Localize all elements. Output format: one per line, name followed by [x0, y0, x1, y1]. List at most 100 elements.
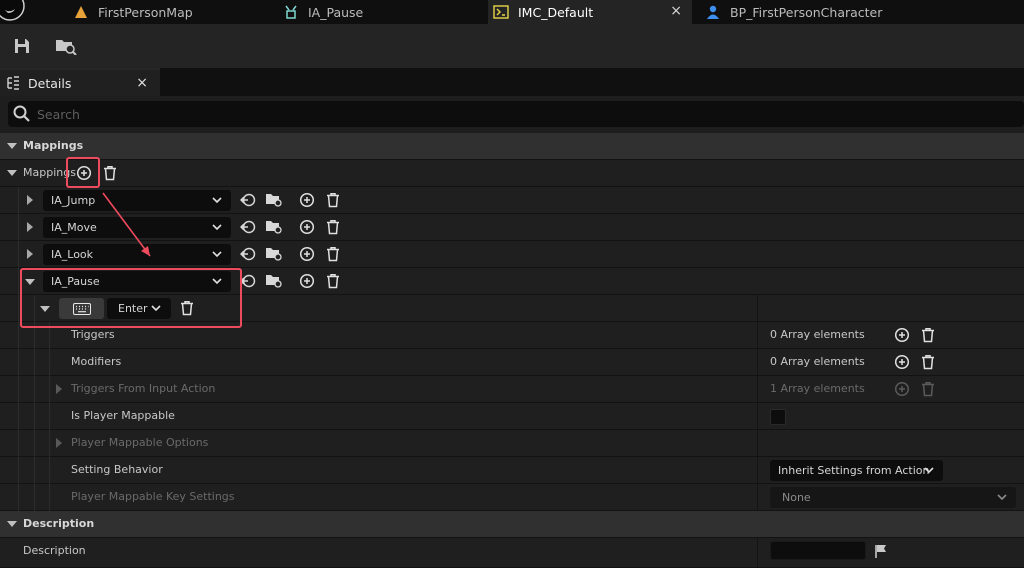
chevron-down-icon: [212, 278, 222, 285]
chevron-down-icon: [212, 197, 222, 204]
mapping-entry-row: IA_Pause: [0, 268, 1024, 295]
add-element-icon: [893, 380, 911, 398]
chevron-down-icon: [151, 305, 161, 312]
add-element-icon[interactable]: [893, 326, 911, 344]
search-area: [0, 96, 1024, 134]
is-player-mappable-checkbox[interactable]: [770, 409, 786, 425]
key-binding-row: Enter: [0, 295, 1024, 322]
add-element-icon[interactable]: [893, 353, 911, 371]
collapse-arrow-icon[interactable]: [7, 521, 17, 527]
flag-icon[interactable]: [872, 542, 890, 560]
triggers-from-action-value: 1 Array elements: [770, 382, 865, 395]
reset-arrow-icon[interactable]: [239, 191, 257, 209]
player-mappable-key-settings-value: None: [782, 491, 811, 504]
browse-asset-icon[interactable]: [265, 272, 283, 290]
chevron-down-icon: [212, 224, 222, 231]
expand-arrow-icon[interactable]: [27, 249, 33, 259]
delete-all-icon[interactable]: [101, 164, 119, 182]
description-label: Description: [23, 544, 86, 557]
player-mappable-key-settings-select[interactable]: None: [770, 487, 1016, 508]
category-mappings[interactable]: Mappings: [0, 133, 1024, 160]
insert-element-icon[interactable]: [298, 245, 316, 263]
browse-asset-icon[interactable]: [265, 191, 283, 209]
blueprint-pawn-icon: [704, 3, 722, 21]
search-icon: [13, 105, 30, 122]
mapping-entry-row: IA_Jump: [0, 187, 1024, 214]
reset-arrow-icon[interactable]: [239, 245, 257, 263]
add-element-icon[interactable]: [75, 164, 93, 182]
tab-label: FirstPersonMap: [98, 4, 193, 20]
action-select[interactable]: IA_Move: [43, 217, 231, 238]
tab-ia-pause[interactable]: IA_Pause: [282, 0, 482, 24]
category-label: Mappings: [23, 139, 84, 152]
chevron-down-icon: [924, 467, 934, 474]
delete-key-icon[interactable]: [178, 299, 196, 317]
delete-all-icon[interactable]: [919, 353, 937, 371]
delete-element-icon[interactable]: [324, 191, 342, 209]
mappings-label: Mappings: [23, 166, 76, 179]
details-icon: [7, 76, 19, 90]
triggers-value: 0 Array elements: [770, 328, 865, 341]
collapse-arrow-icon[interactable]: [40, 306, 50, 312]
setting-behavior-label: Setting Behavior: [71, 463, 163, 476]
keyboard-icon: [72, 302, 91, 315]
reset-arrow-icon[interactable]: [239, 218, 257, 236]
tab-bp-firstpersoncharacter[interactable]: BP_FirstPersonCharacter: [704, 0, 1004, 24]
delete-element-icon[interactable]: [324, 218, 342, 236]
player-mappable-options-label: Player Mappable Options: [71, 436, 209, 449]
details-tab[interactable]: Details ×: [0, 68, 160, 96]
player-mappable-key-settings-label: Player Mappable Key Settings: [71, 490, 235, 503]
delete-element-icon[interactable]: [324, 245, 342, 263]
is-player-mappable-label: Is Player Mappable: [71, 409, 175, 422]
reset-arrow-icon[interactable]: [239, 272, 257, 290]
expand-arrow-icon[interactable]: [56, 384, 62, 394]
close-tab-icon[interactable]: ×: [670, 3, 682, 19]
close-panel-icon[interactable]: ×: [136, 75, 148, 91]
modifiers-value: 0 Array elements: [770, 355, 865, 368]
browse-asset-icon[interactable]: [265, 218, 283, 236]
tab-firstpersonmap[interactable]: FirstPersonMap: [72, 0, 272, 24]
collapse-arrow-icon[interactable]: [7, 170, 17, 176]
chevron-down-icon: [997, 494, 1007, 501]
key-select[interactable]: Enter: [107, 298, 171, 319]
document-tab-bar: FirstPersonMap IA_Pause IMC_Default × BP…: [0, 0, 1024, 24]
delete-element-icon[interactable]: [324, 272, 342, 290]
property-row-player-mappable-options: Player Mappable Options: [0, 430, 1024, 457]
details-title: Details: [28, 75, 72, 91]
expand-arrow-icon[interactable]: [27, 222, 33, 232]
search-input[interactable]: [37, 106, 937, 122]
action-select[interactable]: IA_Pause: [43, 271, 231, 292]
category-description[interactable]: Description: [0, 511, 1024, 538]
unreal-logo-icon: [0, 0, 25, 21]
setting-behavior-select[interactable]: Inherit Settings from Action: [770, 460, 943, 481]
search-box: [8, 101, 1024, 127]
delete-all-icon[interactable]: [919, 326, 937, 344]
tab-imc-default[interactable]: IMC_Default ×: [488, 0, 692, 24]
tab-label: IA_Pause: [308, 4, 364, 20]
property-row-description: Description: [0, 538, 1024, 568]
browse-asset-icon[interactable]: [265, 245, 283, 263]
insert-element-icon[interactable]: [298, 191, 316, 209]
mapping-entry-row: IA_Move: [0, 214, 1024, 241]
expand-arrow-icon[interactable]: [56, 438, 62, 448]
level-map-icon: [72, 3, 90, 21]
property-row-setting-behavior: Setting Behavior Inherit Settings from A…: [0, 457, 1024, 484]
collapse-arrow-icon[interactable]: [25, 279, 35, 285]
category-label: Description: [23, 517, 95, 530]
browse-content-icon[interactable]: [54, 35, 78, 57]
insert-element-icon[interactable]: [298, 272, 316, 290]
insert-element-icon[interactable]: [298, 218, 316, 236]
key-selector-button[interactable]: [59, 298, 104, 319]
action-select-value: IA_Pause: [51, 275, 100, 288]
collapse-arrow-icon[interactable]: [7, 143, 17, 149]
key-select-value: Enter: [118, 302, 148, 315]
action-select-value: IA_Move: [51, 221, 97, 234]
save-icon[interactable]: [10, 35, 34, 57]
property-row-triggers-from-action: Triggers From Input Action 1 Array eleme…: [0, 376, 1024, 403]
mapping-entry-row: IA_Look: [0, 241, 1024, 268]
action-select[interactable]: IA_Jump: [43, 190, 231, 211]
triggers-label: Triggers: [71, 328, 115, 341]
description-input[interactable]: [770, 541, 866, 560]
action-select[interactable]: IA_Look: [43, 244, 231, 265]
expand-arrow-icon[interactable]: [27, 195, 33, 205]
